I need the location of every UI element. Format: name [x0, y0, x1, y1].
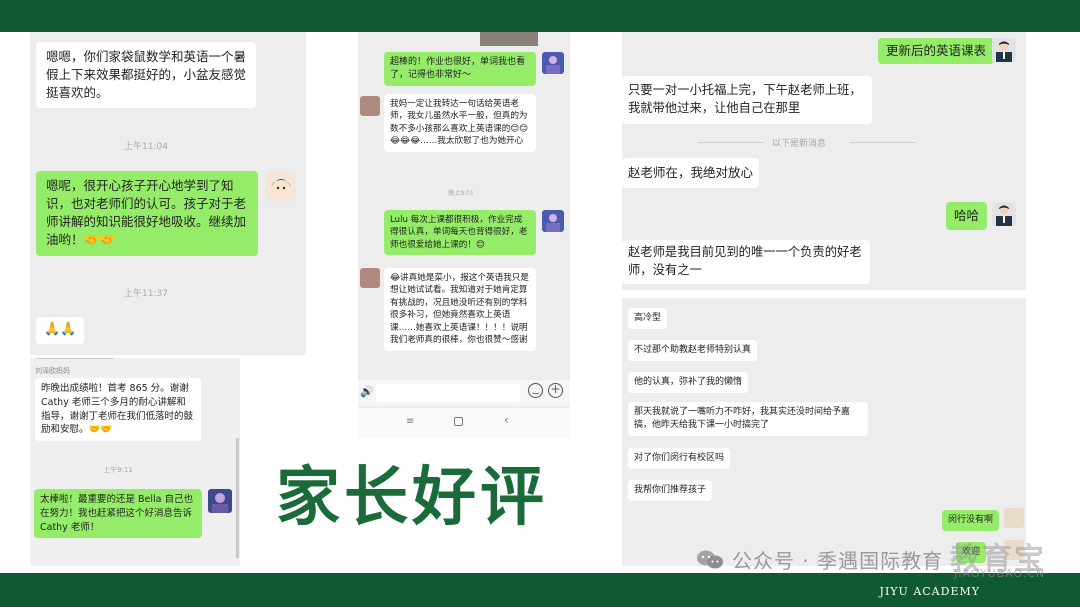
image-thumbnail	[480, 32, 538, 46]
avatar	[992, 202, 1016, 226]
wechat-icon	[696, 549, 724, 571]
wechat-official-account: 公众号 · 季遇国际教育	[696, 545, 943, 574]
chat-message: 只要一对一小托福上完，下午赵老师上班，我就带他过来，让他自己在那里	[622, 76, 872, 124]
watermark-url: JIAOYUBAO.CN	[954, 567, 1046, 580]
back-icon[interactable]: ‹	[504, 413, 509, 427]
emoji-icon[interactable]: ‿	[528, 383, 543, 398]
academy-label: JIYU ACADEMY	[879, 585, 980, 598]
chat-message: 赵老师在，我绝对放心	[622, 158, 760, 189]
chat-message: 超棒的！作业也很好，单词我也看了，记得也非常好～	[384, 52, 536, 87]
menu-icon[interactable]: ≡	[406, 416, 414, 427]
chat-message: 哈哈	[946, 202, 988, 231]
chat-screenshot-4: 更新后的英语课表 只要一对一小托福上完，下午赵老师上班，我就带他过来，让他自己在…	[622, 32, 1026, 290]
sender-name: 刘泽欧妈妈	[35, 367, 70, 375]
timestamp: 上午11:04	[124, 142, 168, 152]
avatar	[208, 489, 232, 513]
timestamp: 上午9:11	[103, 466, 133, 474]
timestamp: 晚上9:01	[448, 190, 474, 197]
chat-message: 闵行没有啊	[942, 510, 1000, 532]
timestamp: 上午11:37	[124, 289, 168, 299]
chat-message: 嗯嗯，你们家袋鼠数学和英语一个暑假上下来效果都挺好的，小盆友感觉挺喜欢的。	[36, 42, 256, 109]
chat-message: 不过那个助教赵老师特别认真	[628, 340, 758, 362]
new-messages-divider: 以下是新消息	[772, 139, 827, 149]
chat-message: 对了你们闵行有校区吗	[628, 448, 731, 470]
divider	[36, 358, 114, 359]
page-title: 家长好评	[276, 460, 548, 535]
avatar	[1004, 508, 1024, 528]
chat-screenshot-5: 高冷型 不过那个助教赵老师特别认真 他的认真，弥补了我的懒惰 那天我就说了一嘴听…	[622, 298, 1026, 566]
scrollbar[interactable]	[236, 438, 239, 558]
chat-screenshot-1: 嗯嗯，你们家袋鼠数学和英语一个暑假上下来效果都挺好的，小盆友感觉挺喜欢的。 上午…	[30, 32, 306, 355]
avatar	[360, 268, 380, 288]
voice-icon[interactable]: 🔊	[360, 385, 374, 398]
input-bar: 🔊 ‿ +	[358, 380, 570, 406]
home-icon[interactable]	[454, 417, 463, 426]
chat-message: Lulu 每次上课都很积极，作业完成得很认真，单词每天也背得很好，老师也很爱给她…	[384, 210, 536, 256]
chat-message: 我妈一定让我转达一句话给英语老师，我女儿虽然水平一般，但真的为数不多小孩那么喜欢…	[384, 94, 536, 152]
chat-message: 赵老师是我目前见到的唯一一个负责的好老师，没有之一	[622, 240, 870, 284]
avatar	[266, 171, 296, 201]
chat-message: 太棒啦！最重要的还是 Bella 自己也在努力！我也赶紧把这个好消息告诉 Cat…	[34, 489, 202, 539]
chat-message: 高冷型	[628, 308, 668, 330]
chat-message: 😂讲真她是菜小，报这个英语我只是想让她试试看。我知道对于她肯定算有挑战的，况且她…	[384, 268, 536, 351]
chat-message: 🙏🙏	[36, 317, 85, 344]
avatar	[992, 38, 1016, 62]
chat-message: 嗯呢，很开心孩子开心地学到了知识，也对老师们的认可。孩子对于老师讲解的知识能很好…	[36, 171, 258, 256]
chat-message: 更新后的英语课表	[878, 38, 995, 65]
top-band	[0, 0, 1080, 32]
divider	[850, 142, 916, 143]
chat-message: 我帮你们推荐孩子	[628, 480, 713, 502]
wechat-account-name: 公众号 · 季遇国际教育	[732, 549, 944, 573]
divider	[698, 142, 764, 143]
nav-bar: ≡ ‹	[358, 408, 570, 438]
message-input[interactable]	[376, 384, 520, 402]
bottom-band: JIYU ACADEMY	[0, 573, 1080, 607]
avatar	[360, 96, 380, 116]
chat-message: 昨晚出成绩啦！首考 865 分。谢谢 Cathy 老师三个多月的耐心讲解和指导，…	[35, 378, 201, 442]
chat-message: 他的认真，弥补了我的懒惰	[628, 372, 749, 394]
chat-message: 那天我就说了一嘴听力不咋好，我其实还没时间给予嘉搞，他昨天给我下课一小时搞完了	[628, 402, 868, 437]
avatar	[542, 210, 564, 232]
avatar	[542, 52, 564, 74]
chat-screenshot-3: 超棒的！作业也很好，单词我也看了，记得也非常好～ 我妈一定让我转达一句话给英语老…	[358, 32, 570, 438]
chat-screenshot-2: 刘泽欧妈妈 昨晚出成绩啦！首考 865 分。谢谢 Cathy 老师三个多月的耐心…	[30, 358, 240, 566]
plus-icon[interactable]: +	[548, 383, 563, 398]
